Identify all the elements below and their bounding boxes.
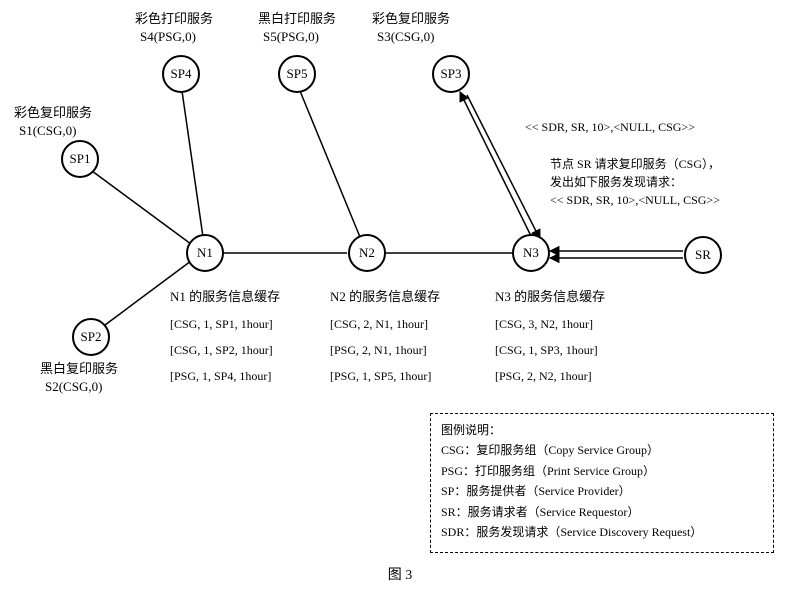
legend-row: SR：服务请求者（Service Requestor）: [441, 502, 763, 522]
node-label: N2: [359, 245, 375, 261]
node-label: SR: [695, 247, 711, 263]
text: S2(CSG,0): [45, 379, 102, 394]
label-sp2-title: 黑白复印服务: [40, 360, 118, 378]
text: S4(PSG,0): [140, 29, 196, 44]
node-n1: N1: [186, 234, 224, 272]
label-sp3-title: 彩色复印服务: [372, 10, 450, 28]
label-sp5-title: 黑白打印服务: [258, 10, 336, 28]
cache-row: [CSG, 1, SP3, 1hour]: [495, 342, 605, 358]
legend: 图例说明： CSG：复印服务组（Copy Service Group） PSG：…: [430, 413, 774, 553]
edge-note-sp3: << SDR, SR, 10>,<NULL, CSG>>: [525, 118, 695, 136]
label-sp5-sub: S5(PSG,0): [263, 28, 319, 46]
node-sp2: SP2: [72, 318, 110, 356]
label-sp1-sub: S1(CSG,0): [19, 122, 76, 140]
label-sp2-sub: S2(CSG,0): [45, 378, 102, 396]
sr-note-l1: 节点 SR 请求复印服务（CSG），: [550, 155, 720, 173]
node-n2: N2: [348, 234, 386, 272]
label-sp4-title: 彩色打印服务: [135, 10, 213, 28]
node-sp4: SP4: [162, 55, 200, 93]
sr-note-l2: 发出如下服务发现请求：: [550, 173, 720, 191]
cache-row: [PSG, 1, SP4, 1hour]: [170, 368, 280, 384]
legend-row: CSG：复印服务组（Copy Service Group）: [441, 440, 763, 460]
sr-note-l3: << SDR, SR, 10>,<NULL, CSG>>: [550, 191, 720, 209]
node-label: N1: [197, 245, 213, 261]
text: 彩色打印服务: [135, 11, 213, 26]
text: << SDR, SR, 10>,<NULL, CSG>>: [525, 120, 695, 134]
text: 彩色复印服务: [372, 11, 450, 26]
text: 彩色复印服务: [14, 105, 92, 120]
cache-row: [CSG, 2, N1, 1hour]: [330, 316, 440, 332]
legend-row: PSG：打印服务组（Print Service Group）: [441, 461, 763, 481]
node-label: SP1: [70, 151, 91, 167]
legend-row: SP：服务提供者（Service Provider）: [441, 481, 763, 501]
text: S5(PSG,0): [263, 29, 319, 44]
text: S1(CSG,0): [19, 123, 76, 138]
cache-row: [CSG, 1, SP1, 1hour]: [170, 316, 280, 332]
label-sp4-sub: S4(PSG,0): [140, 28, 196, 46]
cache-row: [PSG, 2, N2, 1hour]: [495, 368, 605, 384]
cache-n2: N2 的服务信息缓存 [CSG, 2, N1, 1hour] [PSG, 2, …: [330, 288, 440, 384]
legend-title: 图例说明：: [441, 420, 763, 440]
legend-row: SDR：服务发现请求（Service Discovery Request）: [441, 522, 763, 542]
label-sp3-sub: S3(CSG,0): [377, 28, 434, 46]
cache-n1: N1 的服务信息缓存 [CSG, 1, SP1, 1hour] [CSG, 1,…: [170, 288, 280, 384]
cache-title: N2 的服务信息缓存: [330, 288, 440, 306]
cache-row: [CSG, 1, SP2, 1hour]: [170, 342, 280, 358]
node-n3: N3: [512, 234, 550, 272]
node-label: N3: [523, 245, 539, 261]
node-label: SP2: [81, 329, 102, 345]
cache-n3: N3 的服务信息缓存 [CSG, 3, N2, 1hour] [CSG, 1, …: [495, 288, 605, 384]
node-sp3: SP3: [432, 55, 470, 93]
node-sp1: SP1: [61, 140, 99, 178]
cache-row: [CSG, 3, N2, 1hour]: [495, 316, 605, 332]
text: 黑白打印服务: [258, 11, 336, 26]
node-label: SP4: [171, 66, 192, 82]
cache-title: N3 的服务信息缓存: [495, 288, 605, 306]
node-sr: SR: [684, 236, 722, 274]
cache-row: [PSG, 1, SP5, 1hour]: [330, 368, 440, 384]
sr-note: 节点 SR 请求复印服务（CSG）， 发出如下服务发现请求： << SDR, S…: [550, 155, 720, 209]
diagram-stage: 彩色打印服务 S4(PSG,0) 黑白打印服务 S5(PSG,0) 彩色复印服务…: [0, 0, 800, 591]
text: 黑白复印服务: [40, 361, 118, 376]
node-label: SP3: [441, 66, 462, 82]
text: S3(CSG,0): [377, 29, 434, 44]
cache-title: N1 的服务信息缓存: [170, 288, 280, 306]
cache-row: [PSG, 2, N1, 1hour]: [330, 342, 440, 358]
figure-caption: 图 3: [0, 564, 800, 584]
node-label: SP5: [287, 66, 308, 82]
text: 图 3: [388, 568, 413, 583]
label-sp1-title: 彩色复印服务: [14, 104, 92, 122]
node-sp5: SP5: [278, 55, 316, 93]
